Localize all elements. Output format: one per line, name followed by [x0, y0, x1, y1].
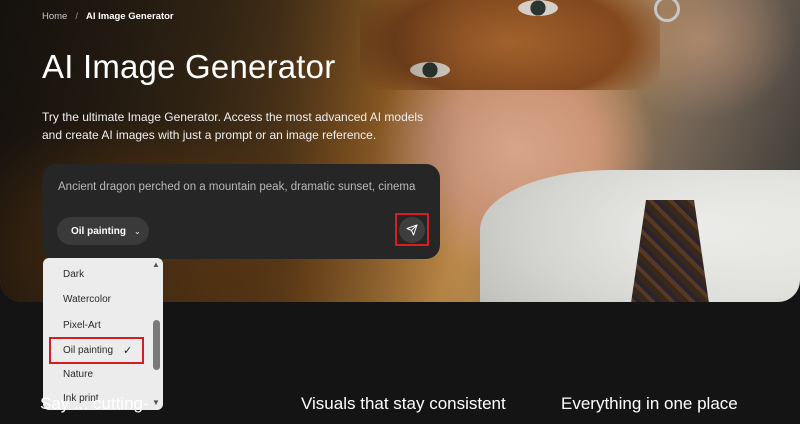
breadcrumb-home-link[interactable]: Home — [42, 11, 67, 22]
breadcrumb-separator: / — [75, 11, 78, 22]
send-icon — [406, 224, 418, 236]
style-option-dark[interactable]: Dark — [63, 269, 84, 280]
style-dropdown[interactable]: Oil painting ⌄ — [57, 217, 149, 245]
feature-title: Say ... cutting- — [40, 394, 149, 413]
check-icon: ✓ — [123, 345, 133, 357]
prompt-input[interactable]: Ancient dragon perched on a mountain pea… — [58, 181, 415, 193]
style-option-watercolor[interactable]: Watercolor — [63, 294, 111, 305]
chevron-down-icon: ⌄ — [134, 226, 141, 236]
style-menu: Dark Watercolor Pixel-Art Oil painting N… — [43, 258, 163, 410]
scroll-down-icon[interactable]: ▼ — [152, 398, 160, 407]
page-title: AI Image Generator — [42, 48, 336, 85]
feature-title: Everything in one place — [561, 394, 738, 413]
breadcrumb: Home / AI Image Generator — [42, 11, 174, 22]
scroll-up-icon[interactable]: ▲ — [152, 260, 160, 269]
feature-title: Visuals that stay consistent — [301, 394, 506, 413]
send-button[interactable] — [399, 217, 425, 243]
page-subtitle: Try the ultimate Image Generator. Access… — [42, 110, 424, 142]
style-option-pixel-art[interactable]: Pixel-Art — [63, 320, 101, 331]
style-option-nature[interactable]: Nature — [63, 369, 93, 380]
scrollbar-thumb[interactable] — [153, 320, 160, 370]
breadcrumb-current: AI Image Generator — [85, 11, 174, 22]
prompt-panel: Ancient dragon perched on a mountain pea… — [42, 164, 440, 259]
style-dropdown-label: Oil painting — [71, 225, 126, 237]
